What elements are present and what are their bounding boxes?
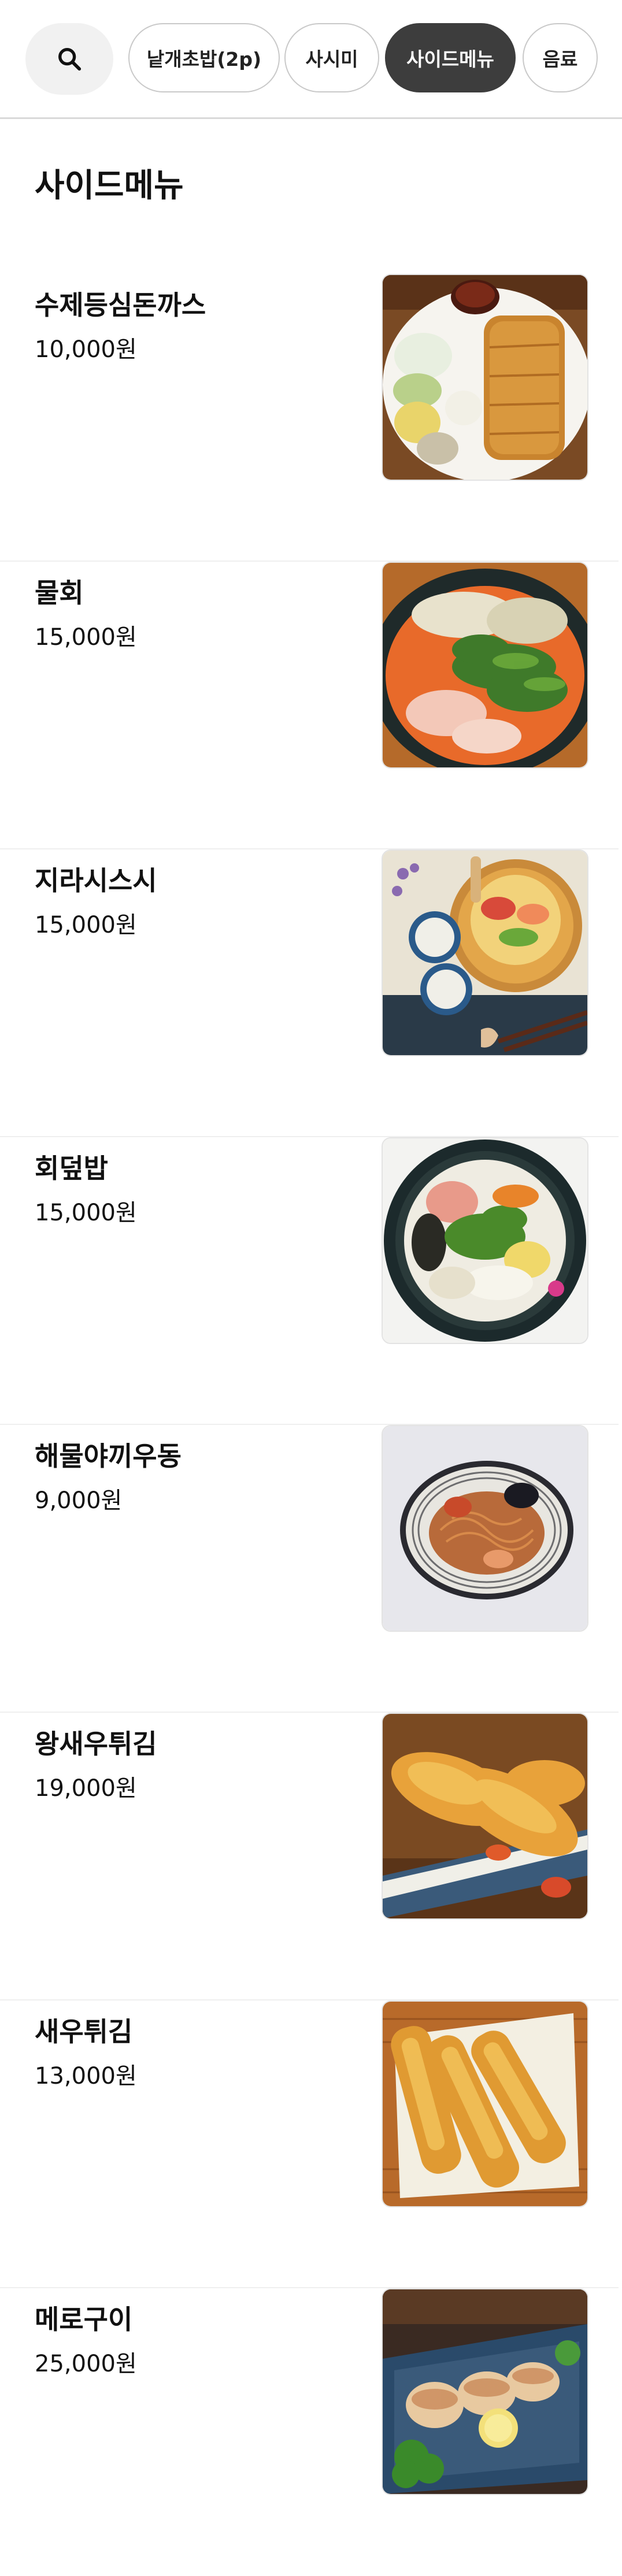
search-button[interactable]: [25, 23, 113, 95]
search-icon: [58, 48, 82, 71]
item-photo: [382, 274, 588, 481]
menu-item[interactable]: 새우튀김 13,000원: [0, 2000, 619, 2288]
tab-nigiri[interactable]: 낱개초밥(2p): [128, 23, 280, 92]
item-photo: [382, 1137, 588, 1344]
menu-item[interactable]: 메로구이 25,000원: [0, 2288, 619, 2576]
item-photo: [382, 2000, 588, 2207]
item-name: 수제등심돈까스: [35, 289, 206, 321]
tab-side-menu[interactable]: 사이드메뉴: [385, 23, 516, 92]
item-price: 15,000원: [35, 1200, 137, 1226]
item-price: 9,000원: [35, 1487, 123, 1514]
item-price: 15,000원: [35, 624, 137, 651]
item-price: 25,000원: [35, 2351, 137, 2377]
item-price: 13,000원: [35, 2063, 137, 2089]
item-name: 해물야끼우동: [35, 1441, 182, 1472]
item-name: 새우튀김: [35, 2016, 133, 2047]
item-photo: [382, 849, 588, 1056]
item-price: 19,000원: [35, 1775, 137, 1802]
menu-item[interactable]: 왕새우튀김 19,000원: [0, 1713, 619, 2000]
item-name: 메로구이: [35, 2304, 133, 2335]
item-photo: [382, 1425, 588, 1632]
tab-sashimi[interactable]: 사시미: [284, 23, 379, 92]
item-photo: [382, 2288, 588, 2495]
menu-item[interactable]: 수제등심돈까스 10,000원: [0, 274, 619, 562]
menu-item[interactable]: 물회 15,000원: [0, 562, 619, 849]
menu-item[interactable]: 지라시스시 15,000원: [0, 849, 619, 1137]
menu-item[interactable]: 회덮밥 15,000원: [0, 1137, 619, 1425]
item-name: 회덮밥: [35, 1153, 108, 1184]
item-name: 왕새우튀김: [35, 1728, 157, 1760]
item-photo: [382, 1713, 588, 1920]
menu-item[interactable]: 해물야끼우동 9,000원: [0, 1425, 619, 1713]
item-name: 지라시스시: [35, 865, 157, 896]
category-nav: 낱개초밥(2p) 사시미 사이드메뉴 음료: [0, 0, 622, 119]
section-title: 사이드메뉴: [35, 167, 184, 205]
item-price: 10,000원: [35, 336, 137, 363]
item-name: 물회: [35, 577, 84, 608]
tab-drinks[interactable]: 음료: [523, 23, 598, 92]
item-photo: [382, 562, 588, 769]
item-price: 15,000원: [35, 912, 137, 938]
